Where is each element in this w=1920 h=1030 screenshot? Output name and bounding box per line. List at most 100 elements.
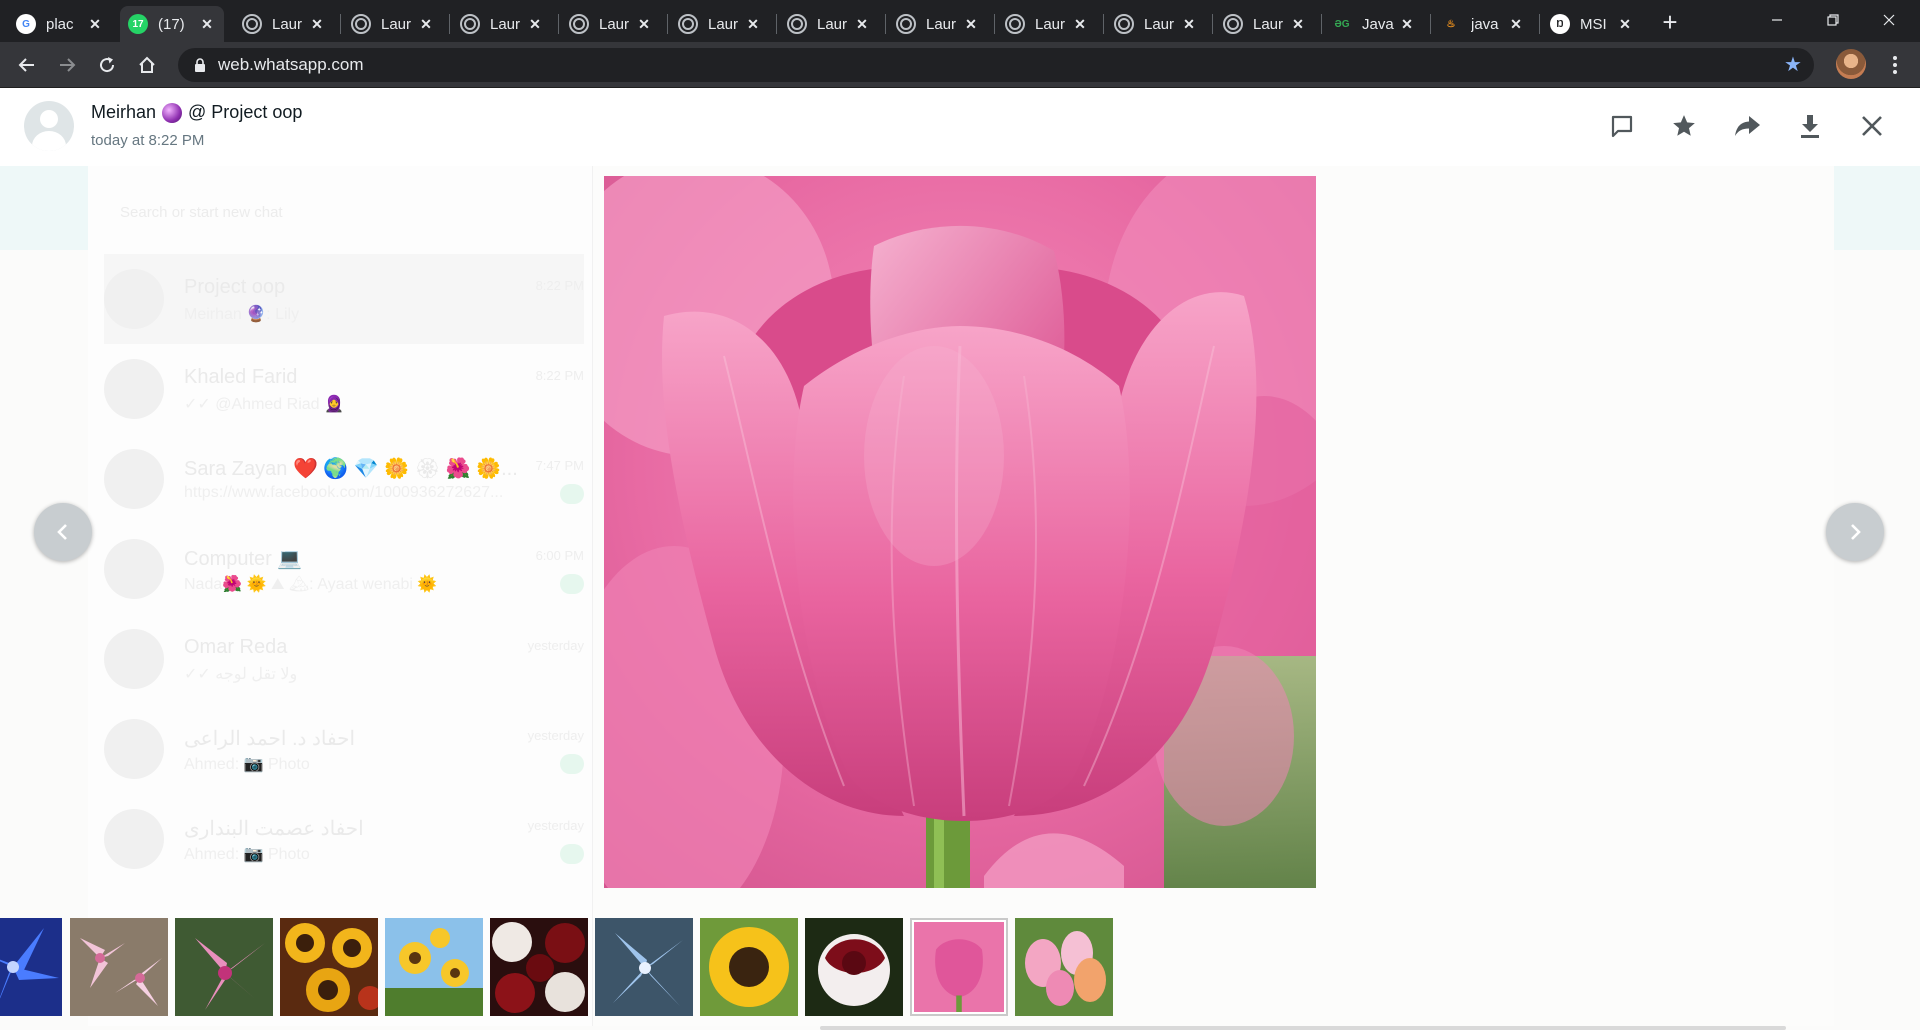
tab-strip: G plac ✕ 17 (17) ✕ Laur ✕ Laur ✕ Laur ✕ Lau…: [0, 0, 1920, 42]
thumb-image: [280, 918, 378, 1016]
browser-tab[interactable]: Laur ✕: [234, 6, 334, 42]
browser-tab-active[interactable]: 17 (17) ✕: [120, 6, 224, 42]
forward-message-icon[interactable]: [1730, 108, 1766, 144]
download-icon[interactable]: [1792, 108, 1828, 144]
sender-info: Meirhan @ Project oop: [91, 102, 302, 123]
thumb-sunflower[interactable]: [700, 918, 798, 1016]
globe-icon: [896, 14, 916, 34]
close-tab-icon[interactable]: ✕: [853, 15, 871, 33]
thumb-image: [490, 918, 588, 1016]
backdrop-chat-preview: ✓✓ @Ahmed Riad 🧕: [184, 396, 344, 413]
close-viewer-icon[interactable]: [1854, 108, 1890, 144]
tab-title: Laur: [490, 15, 521, 33]
browser-tab[interactable]: Laur ✕: [997, 6, 1097, 42]
thumb-image: [1015, 918, 1113, 1016]
media-viewer-header: Meirhan @ Project oop today at 8:22 PM: [0, 88, 1920, 166]
tab-title: Laur: [1035, 15, 1066, 33]
browser-menu-icon[interactable]: [1880, 48, 1910, 82]
close-tab-icon[interactable]: ✕: [1289, 15, 1307, 33]
backdrop-chat-preview: ✓✓ ولا تقل لوجه: [184, 666, 298, 683]
close-tab-icon[interactable]: ✕: [1071, 15, 1089, 33]
close-tab-icon[interactable]: ✕: [417, 15, 435, 33]
backdrop-chat-time: yesterday: [527, 818, 584, 833]
next-media-button[interactable]: [1826, 503, 1884, 561]
close-tab-icon[interactable]: ✕: [308, 15, 326, 33]
tab-title: Laur: [817, 15, 848, 33]
thumb-image: [805, 918, 903, 1016]
forward-icon[interactable]: [50, 48, 84, 82]
thumb-red-white-roses[interactable]: [490, 918, 588, 1016]
close-tab-icon[interactable]: ✕: [526, 15, 544, 33]
backdrop-chat-name: Omar Reda: [184, 636, 288, 658]
tulip-illustration: [604, 176, 1316, 888]
thumb-sunflowers-sky[interactable]: [385, 918, 483, 1016]
address-bar[interactable]: web.whatsapp.com ★: [178, 48, 1814, 82]
tab-title: MSI: [1580, 15, 1607, 33]
backdrop-chat-time: 7:47 PM: [535, 458, 584, 473]
browser-tab[interactable]: Laur ✕: [343, 6, 443, 42]
close-tab-icon[interactable]: ✕: [86, 15, 104, 33]
backdrop-chat-name: Sara Zayan ❤️ 🌍 💎 🌼 🏵 🌺 🌼...: [184, 458, 518, 480]
backdrop-search: Search or start new chat: [120, 204, 283, 221]
sender-avatar[interactable]: [24, 101, 74, 151]
thumb-sunflowers-bouquet[interactable]: [280, 918, 378, 1016]
profile-avatar[interactable]: [1836, 49, 1866, 79]
globe-icon: [460, 14, 480, 34]
close-tab-icon[interactable]: ✕: [1616, 15, 1634, 33]
thumbnail-scrollbar[interactable]: [820, 1026, 1786, 1030]
backdrop-chat-time: yesterday: [527, 638, 584, 653]
close-tab-icon[interactable]: ✕: [1507, 15, 1525, 33]
thumb-pink-lily[interactable]: [175, 918, 273, 1016]
new-tab-icon[interactable]: +: [1656, 7, 1684, 37]
tab-title: Laur: [708, 15, 739, 33]
backdrop-chat-item: Omar Reda ✓✓ ولا تقل لوجه yesterday: [104, 614, 584, 704]
thumb-pink-lilies[interactable]: [70, 918, 168, 1016]
backdrop-chat-name: احفاد عصمت البندارى: [184, 818, 364, 840]
browser-tab[interactable]: ƏG Java ✕: [1324, 6, 1424, 42]
tab-title: Laur: [381, 15, 412, 33]
close-tab-icon[interactable]: ✕: [744, 15, 762, 33]
bookmark-star-icon[interactable]: ★: [1782, 54, 1804, 76]
thumb-pink-tulip-selected[interactable]: [910, 918, 1008, 1016]
browser-tab[interactable]: Laur ✕: [452, 6, 552, 42]
browser-toolbar: web.whatsapp.com ★: [0, 42, 1920, 88]
close-tab-icon[interactable]: ✕: [198, 15, 216, 33]
close-tab-icon[interactable]: ✕: [1180, 15, 1198, 33]
backdrop-chat-item: Computer 💻 Nada🌺 🌞 ⛰ 🏔: Ayaat wenabi 🌞 6…: [104, 524, 584, 614]
browser-tab[interactable]: Laur ✕: [561, 6, 661, 42]
lock-icon[interactable]: [182, 48, 218, 82]
close-tab-icon[interactable]: ✕: [635, 15, 653, 33]
thumb-blue-lilies[interactable]: [595, 918, 693, 1016]
browser-tab[interactable]: Laur ✕: [888, 6, 988, 42]
restore-icon[interactable]: [1810, 0, 1856, 40]
tab-title: Laur: [926, 15, 957, 33]
browser-tab[interactable]: Laur ✕: [670, 6, 770, 42]
previous-media-button[interactable]: [34, 503, 92, 561]
backdrop-chat-time: yesterday: [527, 728, 584, 743]
go-to-message-icon[interactable]: [1604, 108, 1640, 144]
browser-tab[interactable]: ♨ java ✕: [1433, 6, 1533, 42]
browser-tab[interactable]: Laur ✕: [1106, 6, 1206, 42]
backdrop-chat-preview: https://www.facebook.com/1000936272627..…: [184, 484, 504, 501]
globe-icon: [678, 14, 698, 34]
globe-icon: [351, 14, 371, 34]
browser-tab[interactable]: Laur ✕: [779, 6, 879, 42]
close-window-icon[interactable]: [1866, 0, 1912, 40]
thumb-tulips[interactable]: [1015, 918, 1113, 1016]
home-icon[interactable]: [130, 48, 164, 82]
thumb-red-white-rose[interactable]: [805, 918, 903, 1016]
crystal-ball-icon: [162, 102, 183, 123]
browser-tab[interactable]: Ŋ MSI ✕: [1542, 6, 1642, 42]
back-icon[interactable]: [10, 48, 44, 82]
minimize-icon[interactable]: [1754, 0, 1800, 40]
globe-icon: [1005, 14, 1025, 34]
close-tab-icon[interactable]: ✕: [962, 15, 980, 33]
thumb-blue-lily[interactable]: [0, 918, 62, 1016]
browser-tab[interactable]: Laur ✕: [1215, 6, 1315, 42]
reload-icon[interactable]: [90, 48, 124, 82]
tab-title: Laur: [599, 15, 630, 33]
star-message-icon[interactable]: [1666, 108, 1702, 144]
browser-tab[interactable]: G plac ✕: [8, 6, 112, 42]
backdrop-chat-name: Computer 💻: [184, 548, 303, 570]
close-tab-icon[interactable]: ✕: [1398, 15, 1416, 33]
